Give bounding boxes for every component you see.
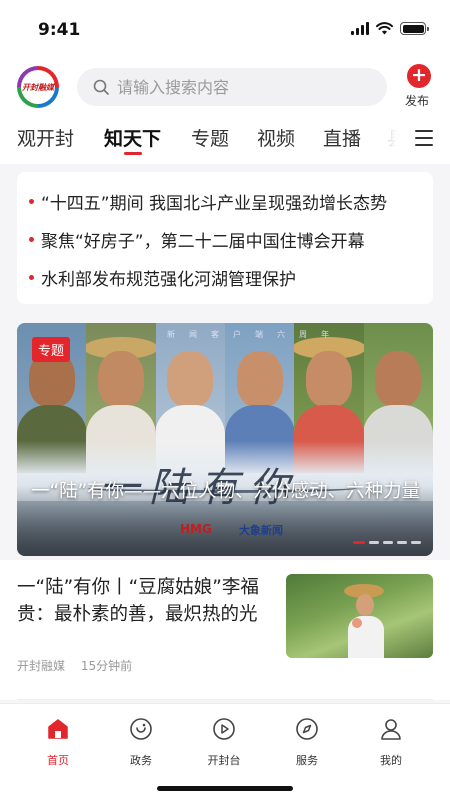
news-meta: 开封融媒 15分钟前 — [17, 657, 132, 674]
bullet-dot-icon — [29, 274, 34, 280]
play-icon — [213, 718, 235, 740]
status-time: 9:41 — [38, 20, 81, 40]
news-title: 一“陆”有你丨“豆腐姑娘”李福贵：最朴素的善，最炽热的光 — [17, 577, 259, 625]
publish-button[interactable]: + 发布 — [404, 64, 434, 109]
headline-item[interactable]: 水利部发布规范强化河湖管理保护 — [29, 258, 421, 296]
nav-label: 首页 — [47, 754, 69, 767]
carousel-dot[interactable] — [397, 541, 407, 544]
status-icons — [351, 22, 429, 35]
carousel-dot[interactable] — [353, 541, 365, 544]
search-input[interactable] — [117, 77, 367, 97]
app-page: 9:41 开封融媒 + 发布 — [0, 0, 450, 800]
daxiang-news-logo: 大象新闻 — [239, 524, 283, 537]
nav-services[interactable]: 服务 — [277, 716, 337, 768]
news-source: 开封融媒 — [17, 659, 66, 673]
home-indicator — [157, 786, 293, 791]
bullet-dot-icon — [29, 198, 34, 204]
tab-zhi-tianxia[interactable]: 知天下 — [104, 124, 161, 151]
nav-kaifeng-tv[interactable]: 开封台 — [194, 716, 254, 768]
news-list-item[interactable]: 一“陆”有你丨“豆腐姑娘”李福贵：最朴素的善，最炽热的光 开封融媒 15分钟前 — [0, 560, 450, 700]
hmg-logo: HMG — [180, 522, 212, 536]
cellular-signal-icon — [351, 22, 369, 35]
active-tab-indicator — [124, 152, 142, 155]
home-icon — [48, 719, 68, 739]
app-logo[interactable]: 开封融媒 — [17, 66, 59, 108]
government-icon — [130, 718, 152, 740]
tab-live[interactable]: 直播 — [323, 124, 361, 151]
logo-text: 开封融媒 — [22, 81, 54, 92]
topic-tag: 专题 — [32, 337, 71, 362]
banner-title: 一“陆”有你——六位人物、六份感动、六种力量 — [31, 481, 421, 502]
headline-item[interactable]: 聚焦“好房子”，第二十二届中国住博会开幕 — [29, 220, 421, 258]
headline-text: 聚焦“好房子”，第二十二届中国住博会开幕 — [41, 231, 365, 252]
wifi-icon — [376, 22, 393, 35]
nav-home[interactable]: 首页 — [28, 716, 88, 768]
carousel-dot[interactable] — [383, 541, 393, 544]
carousel-dot[interactable] — [411, 541, 421, 544]
nav-label: 开封台 — [207, 754, 241, 767]
compass-icon — [296, 718, 318, 740]
headline-text: 水利部发布规范强化河湖管理保护 — [41, 269, 296, 290]
news-thumbnail — [286, 574, 433, 658]
app-header: 开封融媒 + 发布 — [0, 56, 450, 120]
nav-label: 我的 — [380, 754, 402, 767]
nav-label: 政务 — [130, 754, 152, 767]
bullet-dot-icon — [29, 236, 34, 242]
divider — [17, 699, 433, 700]
featured-banner[interactable]: 新闻客户端六周年 一陆有你 专题 一“陆”有你——六位人物、六份感动、六种力量 … — [17, 323, 433, 556]
plus-icon: + — [407, 64, 431, 88]
tab-guan-kaifeng[interactable]: 观开封 — [17, 124, 74, 151]
banner-strip-text: 新闻客户端六周年 — [167, 330, 343, 339]
carousel-indicator — [353, 541, 421, 544]
tab-video[interactable]: 视频 — [257, 124, 295, 151]
tab-zhuanti[interactable]: 专题 — [191, 124, 229, 151]
profile-icon — [381, 719, 401, 740]
menu-icon[interactable] — [415, 130, 433, 146]
tab-fade — [376, 120, 406, 164]
search-bar[interactable] — [77, 68, 387, 106]
nav-profile[interactable]: 我的 — [361, 716, 421, 768]
status-bar: 9:41 — [0, 0, 450, 56]
search-icon — [93, 79, 109, 95]
nav-government[interactable]: 政务 — [111, 716, 171, 768]
channel-tabs: 观开封 知天下 专题 视频 直播 县 — [0, 120, 450, 164]
news-time: 15分钟前 — [80, 659, 133, 673]
battery-icon — [400, 22, 429, 35]
nav-label: 服务 — [296, 754, 318, 767]
headline-text: “十四五”期间 我国北斗产业呈现强劲增长态势 — [41, 193, 388, 214]
carousel-dot[interactable] — [369, 541, 379, 544]
headline-list: “十四五”期间 我国北斗产业呈现强劲增长态势 聚焦“好房子”，第二十二届中国住博… — [17, 172, 433, 304]
publish-label: 发布 — [404, 94, 429, 108]
headline-item[interactable]: “十四五”期间 我国北斗产业呈现强劲增长态势 — [29, 182, 421, 220]
